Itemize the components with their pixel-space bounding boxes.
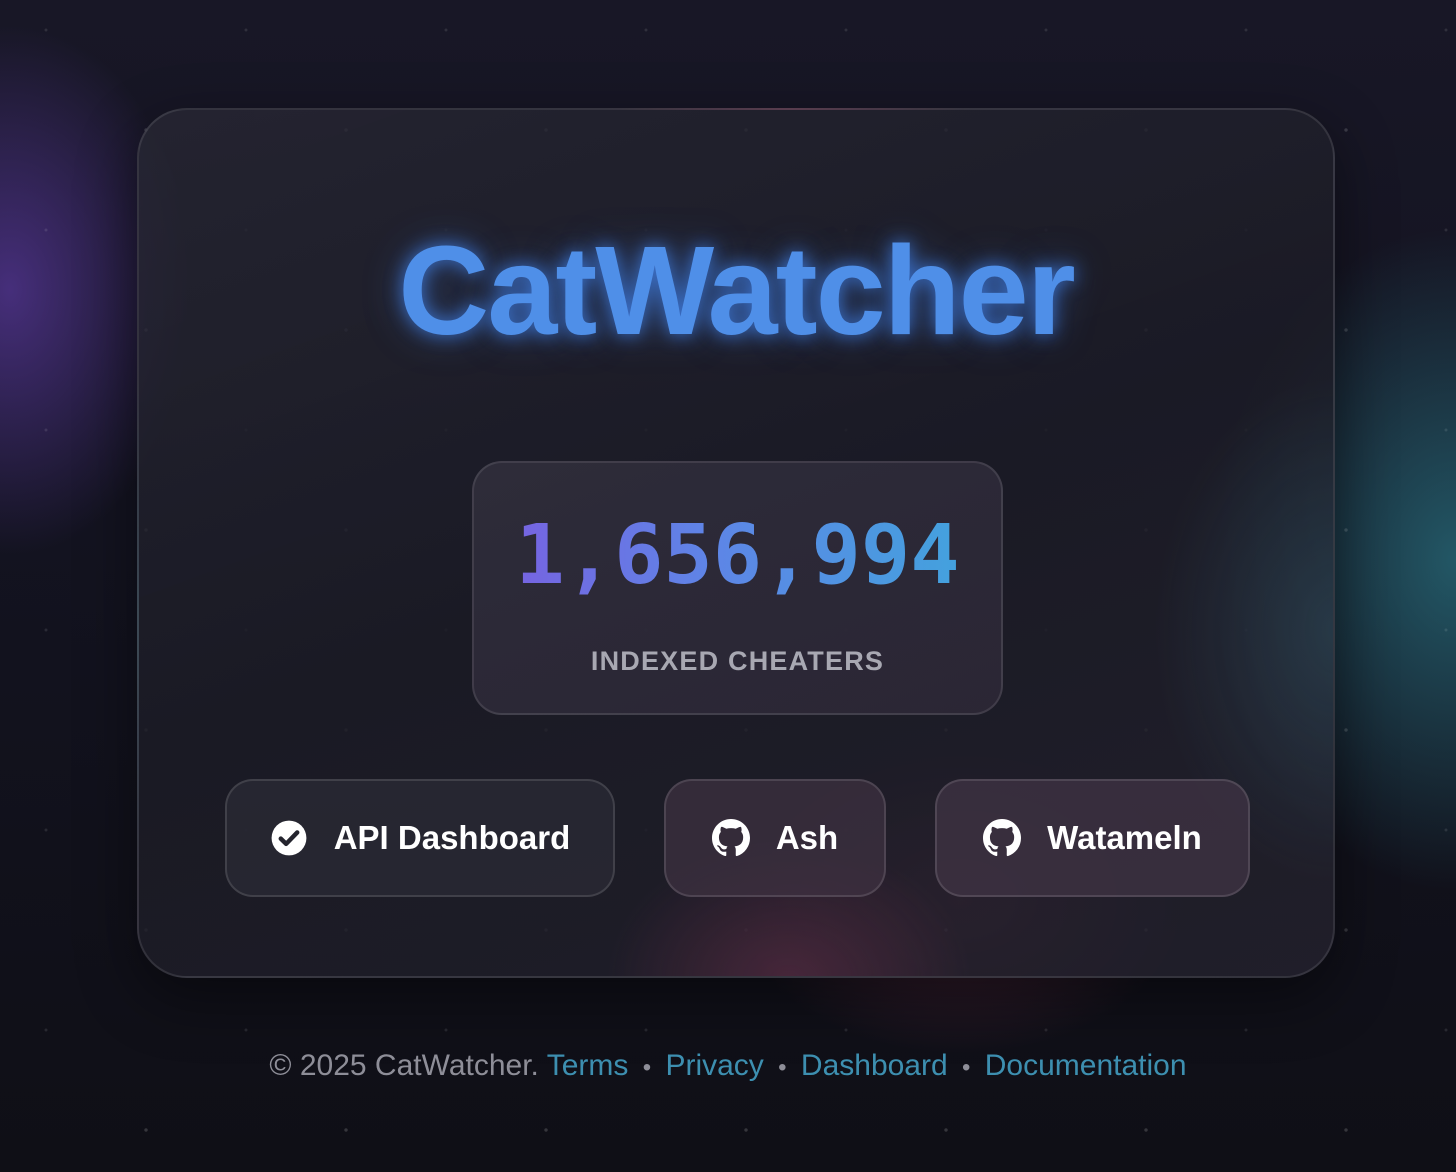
github-watameln-label: Watameln: [1047, 819, 1202, 856]
footer-link-terms[interactable]: Terms: [547, 1049, 629, 1082]
footer-copyright: © 2025 CatWatcher.: [269, 1049, 539, 1082]
github-ash-label: Ash: [775, 819, 839, 856]
footer-separator: •: [962, 1054, 971, 1081]
api-dashboard-label: API Dashboard: [333, 819, 571, 856]
footer-separator: •: [642, 1054, 652, 1081]
footer-separator: •: [778, 1054, 787, 1081]
footer-link-privacy[interactable]: Privacy: [665, 1049, 763, 1082]
github-icon: [983, 819, 1022, 857]
app-title: CatWatcher: [398, 220, 1075, 361]
footer-link-documentation[interactable]: Documentation: [985, 1049, 1187, 1082]
main-card: CatWatcher 1,656,994 INDEXED CHEATERS AP…: [137, 108, 1335, 978]
footer: © 2025 CatWatcher. Terms • Privacy • Das…: [0, 1049, 1456, 1083]
check-circle-icon: [270, 819, 308, 857]
indexed-count: 1,656,994: [474, 515, 1001, 597]
github-ash-button[interactable]: Ash: [664, 779, 886, 897]
api-dashboard-button[interactable]: API Dashboard: [225, 779, 615, 897]
footer-link-dashboard[interactable]: Dashboard: [801, 1049, 948, 1082]
github-watameln-button[interactable]: Watameln: [935, 779, 1250, 897]
stat-box: 1,656,994 INDEXED CHEATERS: [472, 461, 1003, 715]
indexed-count-label: INDEXED CHEATERS: [590, 646, 885, 676]
github-icon: [711, 819, 750, 857]
